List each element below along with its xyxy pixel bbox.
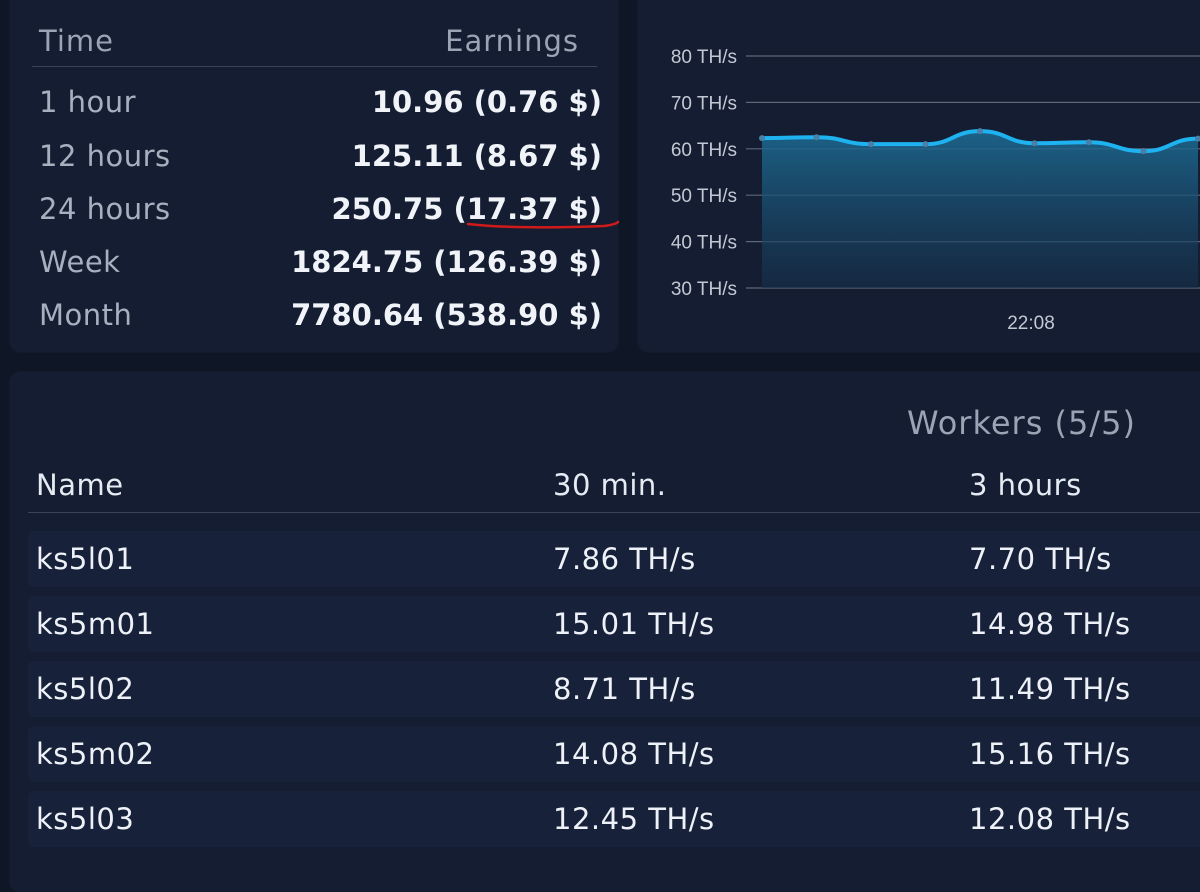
worker-name: ks5l01 <box>36 542 135 576</box>
earnings-row-value: 1824.75 (126.39 $) <box>291 245 602 279</box>
worker-row[interactable]: ks5m01 15.01 TH/s 14.98 TH/s <box>28 596 1200 652</box>
earnings-row-week: Week 1824.75 (126.39 $) <box>32 237 602 290</box>
hashrate-point[interactable] <box>977 128 983 135</box>
earnings-row-1-hour: 1 hour 10.96 (0.76 $) <box>32 77 602 130</box>
worker-row[interactable]: ks5m02 14.08 TH/s 15.16 TH/s <box>28 726 1200 782</box>
worker-hashrate-3hours: 12.08 TH/s <box>969 802 1131 836</box>
hashrate-point[interactable] <box>1086 139 1092 146</box>
worker-row[interactable]: ks5l03 12.45 TH/s 12.08 TH/s <box>28 791 1200 847</box>
y-tick-label: 30 TH/s <box>671 279 737 300</box>
hashrate-area <box>762 131 1198 288</box>
hashrate-chart-card: 80 TH/s 70 TH/s 60 TH/s 50 TH/s 40 TH/s 30 TH… <box>638 0 1200 352</box>
worker-row[interactable]: ks5l01 7.86 TH/s 7.70 TH/s <box>28 531 1200 587</box>
earnings-row-value: 10.96 (0.76 $) <box>371 85 602 119</box>
earnings-row-value: 7780.64 (538.90 $) <box>291 298 602 332</box>
y-tick-label: 60 TH/s <box>671 140 737 161</box>
worker-name: ks5m02 <box>36 737 155 771</box>
earnings-column-header: Earnings <box>445 24 579 58</box>
earnings-row-label: 1 hour <box>39 85 137 119</box>
red-underline-annotation <box>466 220 620 229</box>
y-tick-label: 80 TH/s <box>671 47 737 68</box>
earnings-row-value: 125.11 (8.67 $) <box>351 139 602 173</box>
y-tick-label: 50 TH/s <box>671 186 737 207</box>
worker-hashrate-30min: 8.71 TH/s <box>553 672 696 706</box>
worker-hashrate-30min: 7.86 TH/s <box>553 542 696 576</box>
earnings-row-12-hours: 12 hours 125.11 (8.67 $) <box>32 131 602 184</box>
worker-hashrate-3hours: 15.16 TH/s <box>969 737 1131 771</box>
y-tick-label: 70 TH/s <box>671 93 737 114</box>
3hours-column-header[interactable]: 3 hours <box>969 468 1082 502</box>
worker-hashrate-3hours: 11.49 TH/s <box>969 672 1131 706</box>
hashrate-point[interactable] <box>1031 140 1038 147</box>
earnings-row-label: 12 hours <box>39 139 171 173</box>
workers-title: Workers (5/5) <box>906 404 1136 442</box>
earnings-row-month: Month 7780.64 (538.90 $) <box>32 290 602 343</box>
worker-name: ks5l02 <box>36 672 135 706</box>
worker-name: ks5l03 <box>36 802 135 836</box>
hashrate-point[interactable] <box>813 134 820 141</box>
worker-name: ks5m01 <box>36 607 155 641</box>
earnings-row-label: 24 hours <box>39 192 171 226</box>
x-tick-label: 22:08 <box>1007 313 1055 334</box>
worker-hashrate-30min: 14.08 TH/s <box>553 737 715 771</box>
earnings-card: Time Earnings 1 hour 10.96 (0.76 $) 12 h… <box>10 0 620 352</box>
hashrate-point[interactable] <box>922 141 929 148</box>
worker-hashrate-3hours: 7.70 TH/s <box>969 542 1112 576</box>
y-tick-label: 40 TH/s <box>671 233 737 254</box>
worker-hashrate-3hours: 14.98 TH/s <box>969 607 1131 641</box>
earnings-table-header: Time Earnings <box>32 10 597 67</box>
workers-card: Workers (5/5) Name 30 min. 3 hours ks5l0… <box>10 372 1200 892</box>
hashrate-point[interactable] <box>868 141 874 148</box>
workers-table-header: Name 30 min. 3 hours <box>28 462 1200 513</box>
hashrate-point[interactable] <box>1140 148 1147 155</box>
hashrate-chart: 80 TH/s 70 TH/s 60 TH/s 50 TH/s 40 TH/s 30 TH… <box>671 47 1200 334</box>
worker-row[interactable]: ks5l02 8.71 TH/s 11.49 TH/s <box>28 661 1200 717</box>
earnings-row-label: Month <box>39 298 133 332</box>
30min-column-header[interactable]: 30 min. <box>553 468 667 502</box>
earnings-row-label: Week <box>39 245 121 279</box>
time-column-header: Time <box>39 24 114 58</box>
name-column-header[interactable]: Name <box>36 468 124 502</box>
worker-hashrate-30min: 12.45 TH/s <box>553 802 715 836</box>
hashrate-point[interactable] <box>759 135 765 142</box>
worker-hashrate-30min: 15.01 TH/s <box>553 607 715 641</box>
